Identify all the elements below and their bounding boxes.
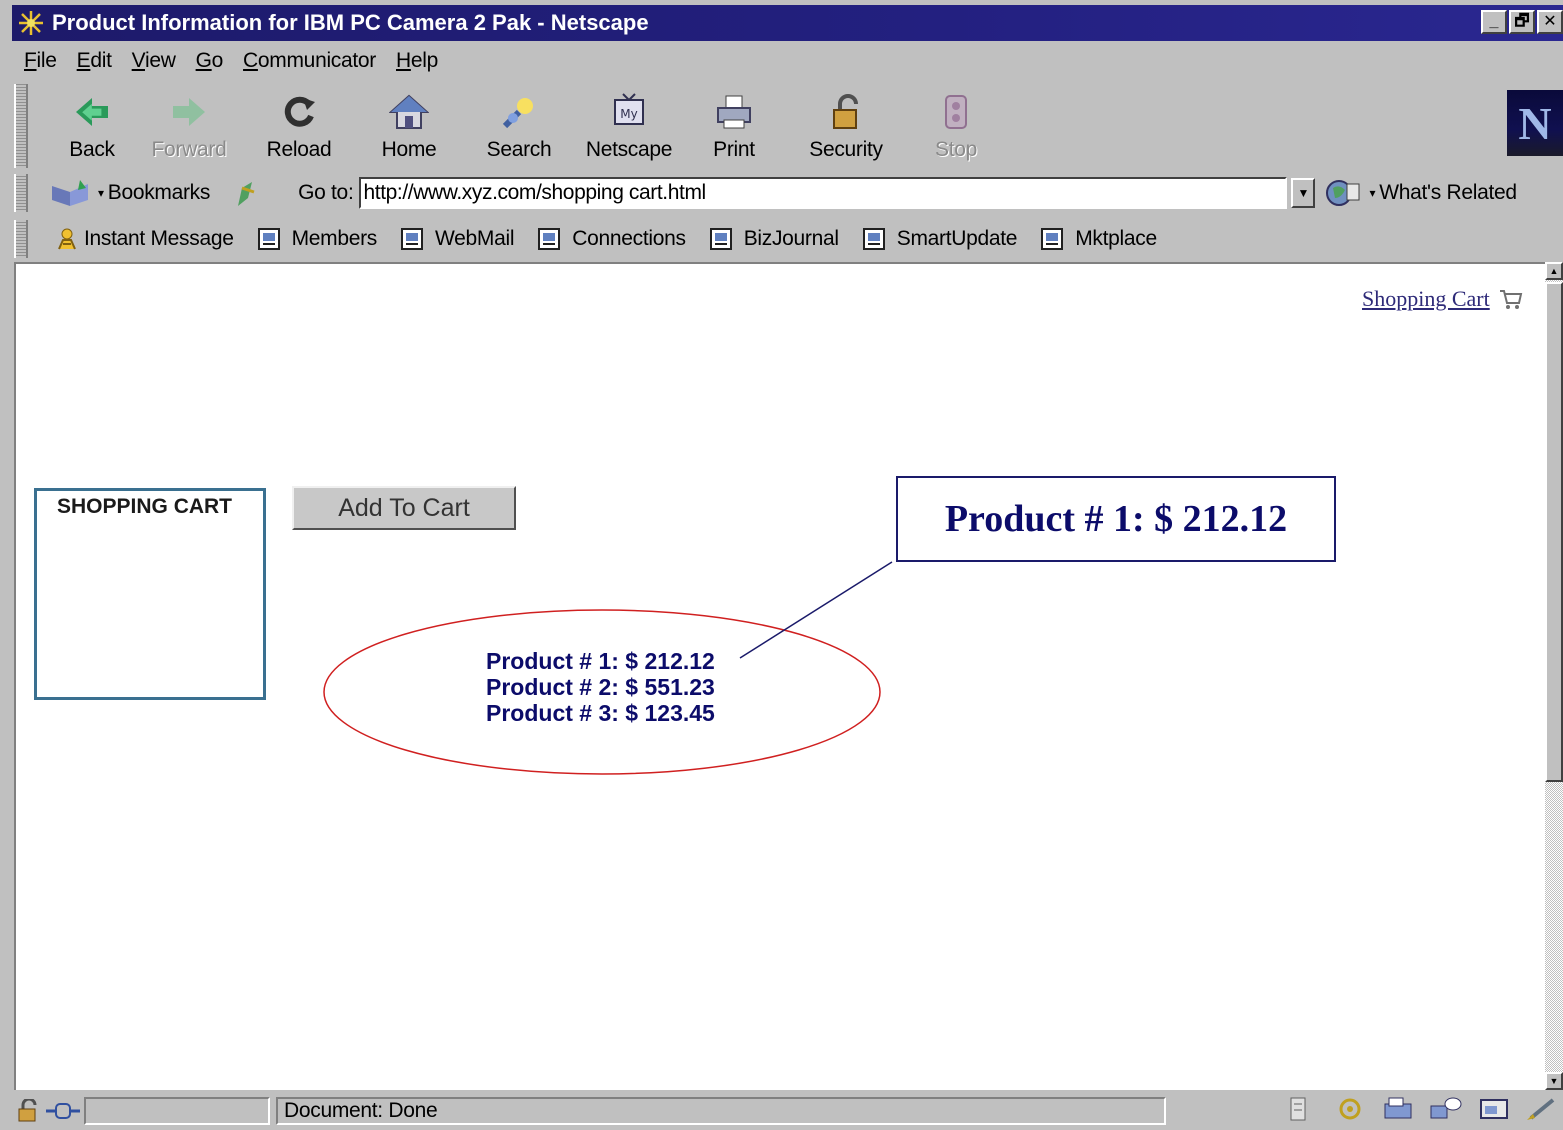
url-dropdown-button[interactable]: ▼	[1291, 178, 1316, 208]
search-button[interactable]: Search	[464, 82, 574, 170]
callout-leader-line	[739, 561, 893, 659]
svg-text:My: My	[620, 107, 637, 121]
url-input[interactable]: http://www.xyz.com/shopping cart.html	[359, 177, 1288, 209]
netscape-app-icon	[14, 8, 48, 38]
toolbar-gripper[interactable]	[14, 84, 28, 168]
page-content: Shopping Cart SHOPPING CART Add To Cart …	[14, 262, 1545, 1090]
helm-icon[interactable]	[1333, 1096, 1367, 1127]
annotation-overlay	[323, 561, 893, 775]
mktplace-button[interactable]: Mktplace	[1041, 227, 1157, 251]
progress-bar	[84, 1097, 270, 1125]
printer-icon	[712, 90, 756, 134]
product-list: Product # 1: $ 212.12 Product # 2: $ 551…	[486, 648, 715, 726]
navigation-toolbar: Back Forward Reload Home Search My Netsc…	[30, 82, 1563, 170]
whats-related-button[interactable]: ▾ What's Related	[1325, 178, 1517, 208]
bookmarks-icon	[50, 177, 98, 209]
list-item: Product # 1: $ 212.12	[486, 648, 715, 674]
menu-help[interactable]: Help	[396, 49, 438, 73]
stop-icon	[934, 90, 978, 134]
reload-button[interactable]: Reload	[244, 82, 354, 170]
scroll-thumb[interactable]	[1545, 282, 1563, 782]
pen-icon[interactable]	[1525, 1096, 1559, 1127]
members-button[interactable]: Members	[257, 227, 377, 251]
menu-bar: File Edit View Go Communicator Help	[14, 44, 448, 78]
vertical-scrollbar[interactable]: ▲ ▼	[1545, 262, 1563, 1090]
bookmark-page-icon	[862, 228, 885, 250]
search-icon	[497, 90, 541, 134]
menu-file[interactable]: File	[24, 49, 57, 73]
stop-button[interactable]: Stop	[908, 82, 1004, 170]
home-icon	[387, 90, 431, 134]
connections-button[interactable]: Connections	[538, 227, 686, 251]
status-bar: Document: Done	[12, 1094, 1563, 1128]
composer-icon[interactable]	[1477, 1096, 1511, 1127]
reload-icon	[277, 90, 321, 134]
status-text: Document: Done	[276, 1097, 1166, 1125]
forward-arrow-icon	[167, 90, 211, 134]
bookmark-page-icon	[401, 228, 424, 250]
webmail-button[interactable]: WebMail	[401, 227, 515, 251]
scroll-down-button[interactable]: ▼	[1545, 1072, 1563, 1090]
back-button[interactable]: Back	[50, 82, 134, 170]
bookmark-page-icon	[709, 228, 732, 250]
netscape-logo[interactable]: N	[1507, 90, 1563, 156]
menu-edit[interactable]: Edit	[77, 49, 112, 73]
discussion-icon[interactable]	[1429, 1096, 1463, 1127]
location-toolbar: ▾ Bookmarks Go to: http://www.xyz.com/sh…	[30, 172, 1563, 214]
bookmarks-button[interactable]: ▾ Bookmarks	[50, 177, 210, 209]
bizjournal-button[interactable]: BizJournal	[709, 227, 839, 251]
goto-label: Go to:	[298, 181, 354, 204]
print-button[interactable]: Print	[684, 82, 784, 170]
personal-toolbar: Instant Message Members WebMail Connecti…	[30, 218, 1563, 260]
instant-message-button[interactable]: Instant Message	[56, 227, 234, 251]
list-item: Product # 2: $ 551.23	[486, 674, 715, 700]
lock-icon	[824, 90, 868, 134]
bookmark-page-icon	[1041, 228, 1064, 250]
maximize-button[interactable]: 🗗	[1509, 10, 1535, 34]
smartupdate-button[interactable]: SmartUpdate	[862, 227, 1017, 251]
menu-communicator[interactable]: Communicator	[243, 49, 376, 73]
title-bar: Product Information for IBM PC Camera 2 …	[12, 5, 1563, 41]
menu-go[interactable]: Go	[196, 49, 224, 73]
mail-icon[interactable]	[1381, 1096, 1415, 1127]
toolbar-gripper[interactable]	[14, 220, 28, 258]
forward-button[interactable]: Forward	[134, 82, 244, 170]
menu-view[interactable]: View	[132, 49, 176, 73]
netscape-button[interactable]: My Netscape	[574, 82, 684, 170]
bookmarks-dropdown-icon: ▾	[98, 186, 104, 200]
security-button[interactable]: Security	[784, 82, 908, 170]
list-item: Product # 3: $ 123.45	[486, 700, 715, 726]
whats-related-icon	[1325, 178, 1363, 208]
navigator-icon[interactable]	[1289, 1096, 1319, 1127]
window-title: Product Information for IBM PC Camera 2 …	[52, 10, 649, 35]
bookmark-page-icon	[538, 228, 561, 250]
whats-related-dropdown-icon: ▾	[1369, 186, 1376, 200]
close-button[interactable]: ✕	[1537, 10, 1563, 34]
connection-icon	[46, 1096, 80, 1126]
my-netscape-icon: My	[607, 90, 651, 134]
back-arrow-icon	[70, 90, 114, 134]
location-icon[interactable]	[232, 178, 258, 208]
security-lock-icon[interactable]	[12, 1096, 46, 1126]
person-icon	[58, 228, 76, 250]
toolbar-gripper[interactable]	[14, 174, 28, 212]
home-button[interactable]: Home	[354, 82, 464, 170]
scroll-up-button[interactable]: ▲	[1545, 262, 1563, 280]
bookmark-page-icon	[257, 228, 280, 250]
minimize-button[interactable]: _	[1481, 10, 1507, 34]
